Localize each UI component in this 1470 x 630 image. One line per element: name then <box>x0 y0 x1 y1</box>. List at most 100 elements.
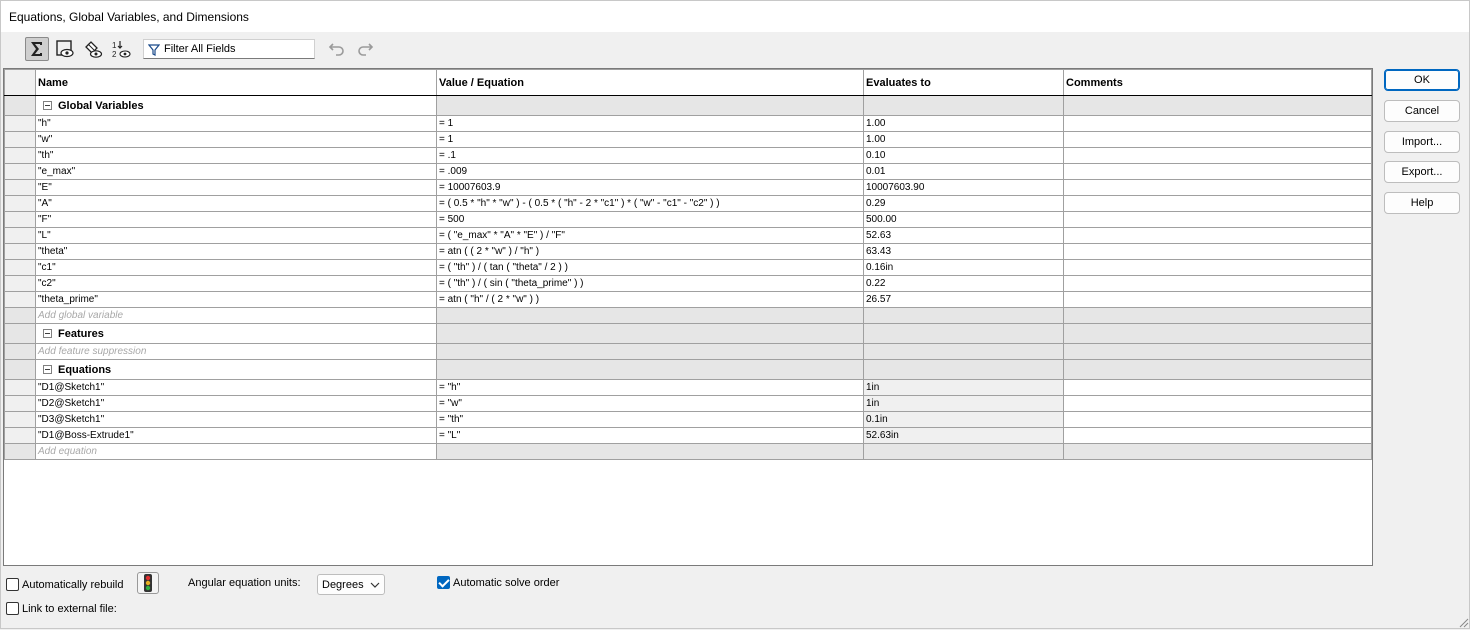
row-header[interactable] <box>4 195 36 212</box>
row-header[interactable] <box>4 95 36 116</box>
comment-cell[interactable] <box>1063 411 1372 428</box>
collapse-icon[interactable] <box>43 328 52 338</box>
comment-cell[interactable] <box>1063 115 1372 132</box>
name-cell[interactable]: "A" <box>35 195 437 212</box>
comment-cell[interactable] <box>1063 211 1372 228</box>
name-cell[interactable]: "D1@Boss-Extrude1" <box>35 427 437 444</box>
rebuild-traffic-light-icon[interactable] <box>137 572 159 594</box>
row-header[interactable] <box>4 275 36 292</box>
row-header[interactable] <box>4 307 36 324</box>
auto-solve-label[interactable]: Automatic solve order <box>453 577 559 589</box>
ok-button[interactable]: OK <box>1384 69 1460 91</box>
comment-cell[interactable] <box>1063 395 1372 412</box>
name-cell[interactable]: "c2" <box>35 275 437 292</box>
table-row[interactable]: "D1@Sketch1" = "h" 1in <box>4 379 1372 396</box>
row-header[interactable] <box>4 163 36 180</box>
resize-grip-icon[interactable] <box>1457 616 1469 628</box>
export-button[interactable]: Export... <box>1384 161 1460 183</box>
table-row[interactable]: "A" = ( 0.5 * "h" * "w" ) - ( 0.5 * ( "h"… <box>4 195 1372 212</box>
collapse-icon[interactable] <box>43 364 52 374</box>
add-feature-suppression-row[interactable]: Add feature suppression <box>4 343 1372 360</box>
row-header[interactable] <box>4 359 36 380</box>
name-cell[interactable]: "L" <box>35 227 437 244</box>
name-cell[interactable]: "e_max" <box>35 163 437 180</box>
comment-cell[interactable] <box>1063 147 1372 164</box>
comment-cell[interactable] <box>1063 275 1372 292</box>
row-header[interactable] <box>4 211 36 228</box>
comment-cell[interactable] <box>1063 259 1372 276</box>
row-header[interactable] <box>4 259 36 276</box>
table-row[interactable]: "e_max" = .009 0.01 <box>4 163 1372 180</box>
name-cell[interactable]: "D2@Sketch1" <box>35 395 437 412</box>
help-button[interactable]: Help <box>1384 192 1460 214</box>
redo-icon[interactable] <box>353 37 377 61</box>
col-header-name[interactable]: Name <box>35 69 437 96</box>
value-cell[interactable]: = 1 <box>436 115 864 132</box>
value-cell[interactable]: = 500 <box>436 211 864 228</box>
add-equation-row[interactable]: Add equation <box>4 443 1372 460</box>
table-row[interactable]: "D2@Sketch1" = "w" 1in <box>4 395 1372 412</box>
ordered-view-icon[interactable]: 12 <box>109 37 133 61</box>
equation-view-icon[interactable] <box>25 37 49 61</box>
import-button[interactable]: Import... <box>1384 131 1460 153</box>
row-header[interactable] <box>4 243 36 260</box>
name-cell[interactable]: "D3@Sketch1" <box>35 411 437 428</box>
table-row[interactable]: "D3@Sketch1" = "th" 0.1in <box>4 411 1372 428</box>
comment-cell[interactable] <box>1063 243 1372 260</box>
angular-units-select[interactable]: Degrees <box>317 574 385 595</box>
comment-cell[interactable] <box>1063 227 1372 244</box>
comment-cell[interactable] <box>1063 163 1372 180</box>
name-cell[interactable]: "E" <box>35 179 437 196</box>
table-row[interactable]: "w" = 1 1.00 <box>4 131 1372 148</box>
value-cell[interactable]: = ( "th" ) / ( sin ( "theta_prime" ) ) <box>436 275 864 292</box>
add-global-variable-cell[interactable]: Add global variable <box>35 307 437 324</box>
value-cell[interactable]: = ( 0.5 * "h" * "w" ) - ( 0.5 * ( "h" - … <box>436 195 864 212</box>
value-cell[interactable]: = .1 <box>436 147 864 164</box>
col-header-value[interactable]: Value / Equation <box>436 69 864 96</box>
comment-cell[interactable] <box>1063 195 1372 212</box>
table-row[interactable]: "th" = .1 0.10 <box>4 147 1372 164</box>
row-header[interactable] <box>4 227 36 244</box>
comment-cell[interactable] <box>1063 379 1372 396</box>
value-cell[interactable]: = "L" <box>436 427 864 444</box>
table-row[interactable]: "c2" = ( "th" ) / ( sin ( "theta_prime" )… <box>4 275 1372 292</box>
value-cell[interactable]: = atn ( ( 2 * "w" ) / "h" ) <box>436 243 864 260</box>
row-header[interactable] <box>4 291 36 308</box>
row-header[interactable] <box>4 179 36 196</box>
col-header-evaluates[interactable]: Evaluates to <box>863 69 1064 96</box>
auto-rebuild-label[interactable]: Automatically rebuild <box>22 579 124 591</box>
corner-cell[interactable] <box>4 69 36 96</box>
auto-rebuild-checkbox[interactable] <box>6 578 19 591</box>
row-header[interactable] <box>4 131 36 148</box>
name-cell[interactable]: "theta" <box>35 243 437 260</box>
table-row[interactable]: "D1@Boss-Extrude1" = "L" 52.63in <box>4 427 1372 444</box>
row-header[interactable] <box>4 343 36 360</box>
table-row[interactable]: "L" = ( "e_max" * "A" * "E" ) / "F" 52.63 <box>4 227 1372 244</box>
row-header[interactable] <box>4 443 36 460</box>
value-cell[interactable]: = .009 <box>436 163 864 180</box>
cancel-button[interactable]: Cancel <box>1384 100 1460 122</box>
row-header[interactable] <box>4 323 36 344</box>
table-row[interactable]: "c1" = ( "th" ) / ( tan ( "theta" / 2 ) )… <box>4 259 1372 276</box>
name-cell[interactable]: "D1@Sketch1" <box>35 379 437 396</box>
add-equation-cell[interactable]: Add equation <box>35 443 437 460</box>
value-cell[interactable]: = 10007603.9 <box>436 179 864 196</box>
link-external-checkbox[interactable] <box>6 602 19 615</box>
table-row[interactable]: "h" = 1 1.00 <box>4 115 1372 132</box>
table-row[interactable]: "theta" = atn ( ( 2 * "w" ) / "h" ) 63.43 <box>4 243 1372 260</box>
name-cell[interactable]: "c1" <box>35 259 437 276</box>
table-row[interactable]: "theta_prime" = atn ( "h" / ( 2 * "w" ) )… <box>4 291 1372 308</box>
comment-cell[interactable] <box>1063 427 1372 444</box>
row-header[interactable] <box>4 411 36 428</box>
undo-icon[interactable] <box>325 37 349 61</box>
comment-cell[interactable] <box>1063 291 1372 308</box>
name-cell[interactable]: "F" <box>35 211 437 228</box>
value-cell[interactable]: = ( "th" ) / ( tan ( "theta" / 2 ) ) <box>436 259 864 276</box>
row-header[interactable] <box>4 147 36 164</box>
row-header[interactable] <box>4 379 36 396</box>
collapse-icon[interactable] <box>43 100 52 110</box>
add-global-variable-row[interactable]: Add global variable <box>4 307 1372 324</box>
value-cell[interactable]: = 1 <box>436 131 864 148</box>
row-header[interactable] <box>4 395 36 412</box>
value-cell[interactable]: = "w" <box>436 395 864 412</box>
